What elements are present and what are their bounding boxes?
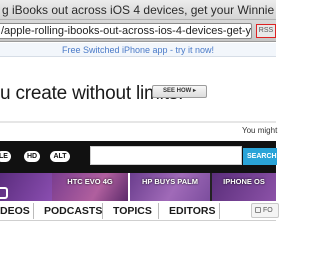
rss-button[interactable]: RSS: [256, 24, 276, 38]
content-area: [0, 222, 276, 260]
nav-divider: [33, 203, 34, 219]
nav-item-videos[interactable]: DEOS: [0, 201, 30, 221]
follow-button[interactable]: FO: [251, 203, 279, 218]
follow-label: FO: [263, 207, 273, 214]
story-label: IPHONE OS: [223, 177, 265, 186]
nav-item-topics[interactable]: TOPICS: [113, 201, 152, 221]
nav-divider: [102, 203, 103, 219]
window-title: g iBooks out across iOS 4 devices, get y…: [0, 0, 276, 20]
story-label: HTC EVO 4G: [67, 177, 113, 186]
filter-pill-le[interactable]: LE: [0, 151, 11, 162]
story-tile[interactable]: HP BUYS PALM: [128, 173, 210, 201]
nav-divider: [158, 203, 159, 219]
story-tile[interactable]: [0, 173, 52, 201]
nav-item-editors[interactable]: EDITORS: [169, 201, 215, 221]
search-button[interactable]: SEARCH: [243, 148, 277, 165]
play-arrow-icon: ▸: [193, 88, 197, 94]
nav-item-podcasts[interactable]: PODCASTS: [44, 201, 102, 221]
address-bar[interactable]: /apple-rolling-ibooks-out-across-ios-4-d…: [0, 23, 252, 39]
see-how-label: SEE HOW: [162, 88, 192, 94]
promo-link[interactable]: Free Switched iPhone app - try it now!: [0, 43, 276, 57]
browser-toolbar: /apple-rolling-ibooks-out-across-ios-4-d…: [0, 20, 276, 42]
phone-icon: [0, 187, 8, 199]
story-label: HP BUYS PALM: [142, 177, 198, 186]
filter-pill-hd[interactable]: HD: [24, 151, 40, 162]
ad-banner[interactable]: u create without limits.: [0, 58, 276, 120]
story-tile[interactable]: HTC EVO 4G: [52, 173, 128, 201]
see-how-button[interactable]: SEE HOW ▸: [152, 85, 207, 98]
header-tagline: You might: [242, 126, 278, 135]
search-input[interactable]: [90, 146, 242, 165]
story-tile[interactable]: IPHONE OS: [212, 173, 276, 201]
follow-icon: [255, 207, 261, 213]
filter-pill-alt[interactable]: ALT: [50, 151, 70, 162]
nav-divider: [219, 203, 220, 219]
